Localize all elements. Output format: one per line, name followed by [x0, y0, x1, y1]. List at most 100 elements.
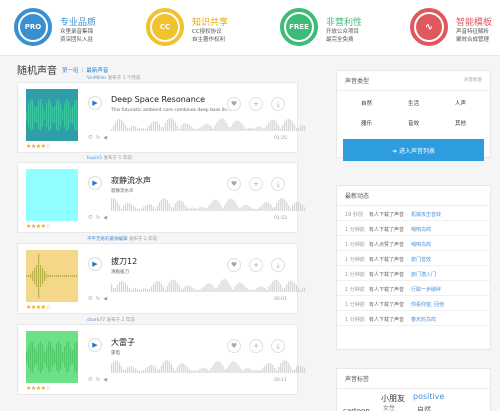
sound-thumbnail[interactable]: [26, 89, 78, 141]
news-sound-link[interactable]: 哨响鸟鸣: [411, 241, 431, 248]
sound-title[interactable]: 拔刀12: [111, 256, 137, 267]
sound-thumbnail[interactable]: [26, 250, 78, 302]
card-tools: © ↻ ◀: [88, 135, 110, 141]
plus-icon[interactable]: +: [249, 97, 263, 111]
plus-icon[interactable]: +: [249, 177, 263, 191]
heart-icon[interactable]: ♥: [227, 258, 241, 272]
news-sound-link[interactable]: 行踪一步破碎: [411, 286, 441, 293]
news-message: 有人下载了声音: [369, 227, 405, 233]
news-time: 1 分钟前: [345, 287, 365, 293]
duration: 01:22: [274, 216, 287, 221]
download-icon[interactable]: ⤓: [271, 97, 285, 111]
author-link[interactable]: liupin5: [87, 156, 102, 161]
volume-icon[interactable]: ◀: [103, 296, 107, 302]
sound-card[interactable]: 平平无奇的最帅编辑 发布于 2 年前 ▶ 拔刀12 清脆拔刀 ♥ + ⤓ 00:01…: [17, 237, 306, 314]
play-icon[interactable]: ▶: [88, 338, 102, 352]
volume-icon[interactable]: ◀: [103, 135, 107, 141]
tag[interactable]: cartoon: [343, 407, 370, 411]
download-icon[interactable]: ⤓: [271, 177, 285, 191]
heart-icon[interactable]: ♥: [227, 97, 241, 111]
news-sound-link[interactable]: 你看仰望, 回他: [411, 301, 444, 308]
news-sound-link[interactable]: 哨响鸟鸣: [411, 226, 431, 233]
tag[interactable]: 女性: [383, 403, 395, 411]
loop-icon[interactable]: ↻: [96, 296, 100, 302]
type-effects[interactable]: 音效: [390, 119, 437, 127]
news-row: 1 分钟前 有人下载了声音 哨响鸟鸣: [337, 221, 490, 236]
download-icon[interactable]: ⤓: [271, 339, 285, 353]
tag[interactable]: positive: [413, 392, 444, 401]
type-voice[interactable]: 人声: [437, 99, 484, 107]
waveform[interactable]: [111, 116, 306, 131]
waveform[interactable]: [111, 196, 306, 211]
author-link[interactable]: VinMiller: [87, 76, 106, 81]
sound-description: This futuristic ambient core combines de…: [111, 108, 232, 113]
features-bar: PRO 专业品质 众里录音集锦 资深团队入驻 CC 知识共享 CC授权协议 自主著作…: [0, 0, 500, 56]
sound-card[interactable]: shark77 发布于 2 年前 ▶ 大雷子 雷电 ♥ + ⤓ 00:11 © ↻ ◀ …: [17, 318, 306, 395]
download-icon[interactable]: ⤓: [271, 258, 285, 272]
news-sound-link[interactable]: 机械攻击音效: [411, 211, 441, 218]
volume-icon[interactable]: ◀: [103, 377, 107, 383]
crumb-latest[interactable]: 最新声音: [86, 68, 108, 74]
type-other[interactable]: 其他: [437, 119, 484, 127]
feature-title: 非营利性: [326, 18, 363, 28]
news-sound-link[interactable]: 旅门潜入门: [411, 271, 436, 278]
news-message: 有人下载了声音: [369, 317, 405, 323]
sound-card[interactable]: liupin5 发布于 1 年前 ▶ 寂静流水声 寂静流水声 ♥ + ⤓ 01:22…: [17, 156, 306, 233]
pulse-icon: ∿: [410, 8, 448, 46]
tags-link[interactable]: 声音标签: [464, 77, 482, 83]
loop-icon[interactable]: ↻: [96, 135, 100, 141]
card-author: liupin5 发布于 1 年前: [87, 155, 132, 161]
waveform[interactable]: [111, 277, 306, 292]
enter-list-button[interactable]: ➜ 进入声音列表: [343, 139, 484, 161]
cc-license-icon[interactable]: ©: [88, 215, 93, 221]
sound-thumbnail[interactable]: [26, 331, 78, 383]
sound-card[interactable]: VinMiller 发布于 1 个月前 ▶ Deep Space Resonan…: [17, 76, 306, 153]
feature-title: 专业品质: [60, 18, 97, 28]
news-message: 有人下载了声音: [369, 272, 405, 278]
card-actions: ♥ + ⤓: [219, 252, 285, 272]
plus-icon[interactable]: +: [249, 258, 263, 272]
feature-desc: 众里录音集锦 资深团队入驻: [60, 29, 94, 43]
cc-license-icon[interactable]: ©: [88, 296, 93, 302]
pro-icon: PRO: [14, 8, 52, 46]
author-link[interactable]: shark77: [87, 318, 105, 323]
news-message: 有人下载了声音: [369, 257, 405, 263]
volume-icon[interactable]: ◀: [103, 215, 107, 221]
play-icon[interactable]: ▶: [88, 257, 102, 271]
heart-icon[interactable]: ♥: [227, 177, 241, 191]
sound-title[interactable]: Deep Space Resonance: [111, 95, 205, 104]
sound-thumbnail[interactable]: [26, 169, 78, 221]
news-sound-link[interactable]: 旅门音效: [411, 256, 431, 263]
tags-panel: 声音标签 小朋友 positive 女性 cartoon 自然: [336, 368, 491, 411]
tag[interactable]: 自然: [417, 405, 431, 411]
play-icon[interactable]: ▶: [88, 176, 102, 190]
news-message: 有人下载了声音: [369, 212, 405, 218]
loop-icon[interactable]: ↻: [96, 215, 100, 221]
sound-title[interactable]: 寂静流水声: [111, 175, 151, 186]
rating-stars: ★★★★☆: [26, 223, 51, 230]
type-nature[interactable]: 自然: [343, 99, 390, 107]
loop-icon[interactable]: ↻: [96, 377, 100, 383]
type-life[interactable]: 生活: [390, 99, 437, 107]
news-sound-link[interactable]: 春天的鸟鸣: [411, 316, 436, 323]
sound-title[interactable]: 大雷子: [111, 337, 135, 348]
news-row: 1 分钟前 有人下载了声音 春天的鸟鸣: [337, 311, 490, 326]
posted-time: 发布于 2 年前: [106, 318, 135, 323]
news-row: 1 分钟前 有人下载了声音 旅门音效: [337, 251, 490, 266]
cc-license-icon[interactable]: ©: [88, 135, 93, 141]
type-instrument[interactable]: 器乐: [343, 119, 390, 127]
news-row: 1 分钟前 有人点赞了声音 哨响鸟鸣: [337, 236, 490, 251]
waveform[interactable]: [111, 358, 306, 373]
card-tools: © ↻ ◀: [88, 215, 110, 221]
author-link[interactable]: 平平无奇的最帅编辑: [87, 237, 128, 242]
card-actions: ♥ + ⤓: [219, 171, 285, 191]
plus-icon[interactable]: +: [249, 339, 263, 353]
crumb-group[interactable]: 第一组: [62, 68, 79, 74]
posted-time: 发布于 2 年前: [128, 237, 158, 242]
heart-icon[interactable]: ♥: [227, 339, 241, 353]
play-icon[interactable]: ▶: [88, 96, 102, 110]
cc-license-icon[interactable]: ©: [88, 377, 93, 383]
duration: 01:25: [274, 136, 287, 141]
news-message: 有人下载了声音: [369, 302, 405, 308]
cc-icon: CC: [146, 8, 184, 46]
